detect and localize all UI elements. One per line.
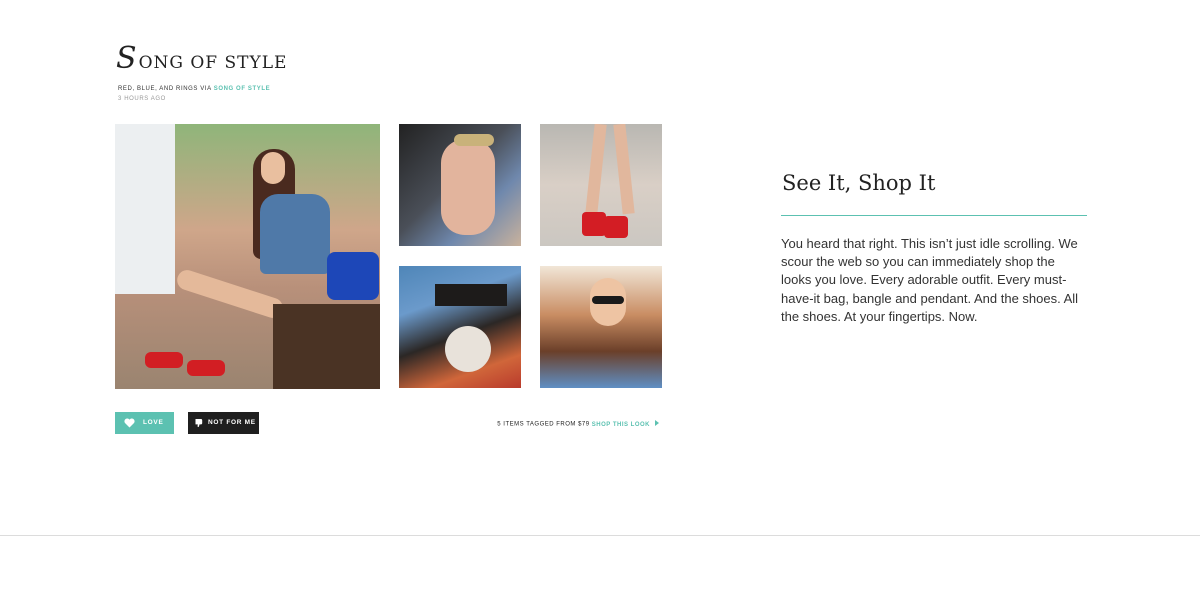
red-sandals-photo[interactable] <box>540 124 662 246</box>
tagged-items-summary: 5 ITEMS TAGGED FROM $79 SHOP THIS LOOK <box>497 420 659 428</box>
woman-on-bench-photo[interactable] <box>115 124 380 389</box>
photo-tee-print <box>435 284 507 306</box>
photo-shoe <box>187 360 225 376</box>
photo-shoe <box>145 352 183 368</box>
photo-sandal <box>604 216 628 238</box>
tagged-items-text: 5 ITEMS TAGGED FROM $79 <box>497 421 590 428</box>
caption-source-link[interactable]: SONG OF STYLE <box>214 86 270 92</box>
hand-with-rings-photo[interactable] <box>399 124 521 246</box>
photo-bracelet <box>454 134 494 146</box>
photo-bench <box>273 304 380 389</box>
graphic-tee-photo[interactable] <box>399 266 521 388</box>
photo-leg <box>585 124 607 215</box>
footer-divider <box>0 535 1200 536</box>
brand-logo[interactable]: SONG OF STYLE <box>116 44 287 74</box>
not-for-me-label: NOT FOR ME <box>208 419 256 426</box>
promo-title: See It, Shop It <box>782 171 936 195</box>
shop-this-look-link[interactable]: SHOP THIS LOOK <box>591 420 659 428</box>
photo-bag <box>327 252 379 300</box>
photo-jacket <box>260 194 330 274</box>
arrow-right-icon <box>655 420 659 426</box>
photo-wall <box>115 124 175 294</box>
photo-sunglasses <box>592 296 624 304</box>
photo-legs <box>174 267 286 321</box>
promo-divider <box>781 215 1087 216</box>
photo-sandal <box>582 212 606 236</box>
photo-face <box>261 152 285 184</box>
love-label: LOVE <box>143 419 164 426</box>
not-for-me-button[interactable]: NOT FOR ME <box>188 412 259 434</box>
photo-eagle <box>445 326 491 372</box>
photo-hand <box>441 139 495 235</box>
shop-this-look-label: SHOP THIS LOOK <box>591 421 650 428</box>
love-button[interactable]: LOVE <box>115 412 174 434</box>
post-time: 3 HOURS AGO <box>118 96 166 102</box>
portrait-sunglasses-photo[interactable] <box>540 266 662 388</box>
post-caption: RED, BLUE, AND RINGS VIA SONG OF STYLE <box>118 86 270 92</box>
photo-leg <box>613 124 635 215</box>
caption-prefix: RED, BLUE, AND RINGS VIA <box>118 86 212 92</box>
heart-icon <box>124 412 135 434</box>
brand-initial: S <box>116 41 138 76</box>
promo-body: You heard that right. This isn’t just id… <box>781 236 1079 324</box>
thumbs-down-icon <box>194 412 204 434</box>
brand-name-rest: ONG OF STYLE <box>138 53 288 73</box>
